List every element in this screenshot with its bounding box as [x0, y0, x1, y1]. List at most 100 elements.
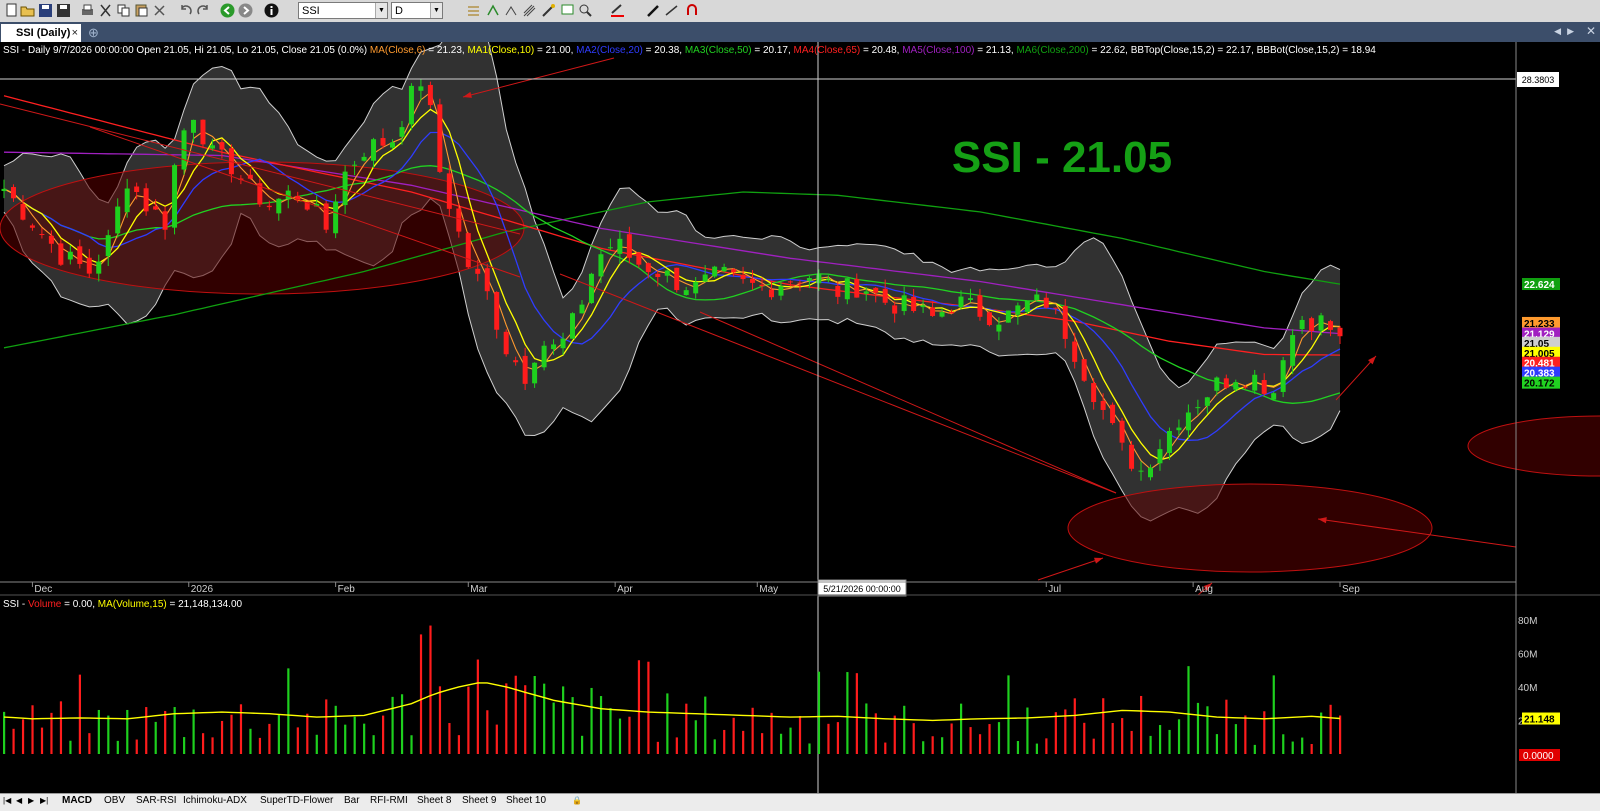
sheet-tab[interactable]: Sheet 10 — [506, 795, 546, 806]
new-document-icon[interactable] — [4, 3, 19, 18]
prev-sheet-icon[interactable]: ◀ — [16, 796, 22, 805]
wand-icon[interactable] — [541, 3, 556, 18]
volume-bar — [884, 742, 887, 754]
chevron-down-icon[interactable]: ▼ — [375, 3, 387, 18]
candle-body — [389, 142, 395, 148]
volume-bar — [391, 696, 394, 754]
print-icon[interactable] — [80, 3, 95, 18]
volume-bar — [723, 729, 726, 754]
sheet-tab[interactable]: MACD — [62, 795, 92, 806]
volume-bar — [1196, 702, 1200, 754]
volume-bar — [808, 743, 811, 754]
sheet-tab[interactable]: Sheet 9 — [462, 795, 496, 806]
highlight-ellipse — [0, 161, 525, 295]
forward-icon[interactable] — [238, 3, 253, 18]
volume-bar — [1310, 744, 1313, 754]
zoom-tool-icon[interactable] — [578, 3, 593, 18]
back-icon[interactable] — [220, 3, 235, 18]
grid-tool-icon[interactable] — [466, 3, 481, 18]
volume-bar — [116, 740, 119, 754]
info-icon[interactable] — [264, 3, 279, 18]
delete-icon[interactable] — [152, 3, 167, 18]
sheet-tab[interactable]: Ichimoku-ADX — [183, 795, 247, 806]
candle-body — [1309, 318, 1315, 332]
sheet-tab[interactable]: SAR-RSI — [136, 795, 177, 806]
candle-body — [1166, 430, 1172, 453]
volume-bar — [476, 659, 479, 754]
volume-pane-info: SSI - Volume = 0.00, MA(Volume,15) = 21,… — [3, 599, 243, 610]
candle-body — [418, 86, 424, 91]
volume-bar — [1007, 675, 1010, 754]
volume-bar — [1035, 743, 1038, 754]
candle-body — [778, 286, 784, 296]
volume-bar — [3, 711, 6, 754]
last-sheet-icon[interactable]: ▶| — [40, 796, 48, 805]
fib-tool-icon[interactable] — [486, 3, 501, 18]
candle-body — [219, 142, 225, 150]
close-icon[interactable]: × — [72, 24, 78, 42]
line-color-icon[interactable] — [610, 3, 625, 18]
interval-combo[interactable]: D ▼ — [391, 2, 443, 19]
save-as-icon[interactable] — [56, 3, 71, 18]
sheet-tab[interactable]: RFI-RMI — [370, 795, 408, 806]
crosshair-date-label: 5/21/2026 00:00:00 — [823, 584, 901, 594]
volume-bar — [1102, 698, 1105, 754]
save-icon[interactable] — [38, 3, 53, 18]
candle-body — [1053, 307, 1059, 309]
trendline-icon[interactable] — [664, 3, 679, 18]
paste-icon[interactable] — [134, 3, 149, 18]
volume-bar — [751, 707, 754, 754]
document-tab-bar: SSI (Daily) × ⊕ ◀▶ ✕ — [0, 22, 1600, 42]
volume-bar — [21, 719, 25, 754]
chart-canvas[interactable]: 28.3803 5/21/2026 00:00:00 Dec 2026 Feb Mar A… — [0, 6, 1600, 793]
cut-icon[interactable] — [98, 3, 113, 18]
price-badge-label: 22.624 — [1524, 280, 1555, 291]
select-tool-icon[interactable] — [560, 3, 575, 18]
candle-body — [10, 187, 16, 199]
volume-bar — [1083, 722, 1086, 754]
volume-bar — [1301, 737, 1304, 754]
time-axis-label: Dec — [34, 584, 52, 595]
volume-pane[interactable] — [0, 594, 1600, 754]
copy-icon[interactable] — [116, 3, 131, 18]
candle-body — [20, 203, 26, 220]
tab-scroll-icon[interactable]: ◀▶ — [1554, 26, 1580, 37]
open-folder-icon[interactable] — [20, 3, 35, 18]
sheet-tab[interactable]: Bar — [344, 795, 360, 806]
chart-area[interactable]: 28.3803 5/21/2026 00:00:00 Dec 2026 Feb Mar A… — [0, 6, 1600, 793]
symbol-combo[interactable]: SSI ▼ — [298, 2, 388, 19]
candle-body — [977, 295, 983, 317]
new-tab-icon[interactable]: ⊕ — [88, 25, 99, 41]
candle-body — [209, 145, 215, 149]
tab-ssi-daily[interactable]: SSI (Daily) × — [1, 24, 81, 42]
sheet-tab[interactable]: OBV — [104, 795, 125, 806]
gann-tool-icon[interactable] — [504, 3, 519, 18]
first-sheet-icon[interactable]: |◀ — [3, 796, 11, 805]
sheet-tab[interactable]: Sheet 8 — [417, 795, 451, 806]
volume-bar — [997, 722, 1001, 754]
candle-body — [1062, 305, 1068, 339]
volume-bar — [704, 696, 707, 754]
horseshoe-icon[interactable] — [684, 3, 699, 18]
volume-bar — [69, 740, 72, 754]
candle-body — [1185, 412, 1191, 431]
volume-axis-label: 60M — [1518, 649, 1537, 660]
volume-bar — [590, 687, 593, 754]
volume-ma-badge-label: 21.148 — [1524, 715, 1555, 726]
undo-icon[interactable] — [178, 3, 193, 18]
sheet-tab[interactable]: SuperTD-Flower — [260, 795, 333, 806]
info-segment: = 21.23, — [425, 45, 467, 56]
volume-bar — [372, 735, 375, 754]
redo-icon[interactable] — [196, 3, 211, 18]
candle-body — [570, 313, 576, 339]
chevron-down-icon[interactable]: ▼ — [430, 3, 442, 18]
volume-bar — [713, 739, 716, 754]
lock-icon[interactable]: 🔒 — [572, 796, 582, 805]
candle-body — [1204, 397, 1210, 406]
candle-body — [768, 289, 774, 298]
pitchfork-icon[interactable] — [522, 3, 537, 18]
candle-body — [664, 270, 670, 276]
close-all-icon[interactable]: ✕ — [1586, 24, 1596, 38]
next-sheet-icon[interactable]: ▶ — [28, 796, 34, 805]
pen-tool-icon[interactable] — [646, 3, 661, 18]
